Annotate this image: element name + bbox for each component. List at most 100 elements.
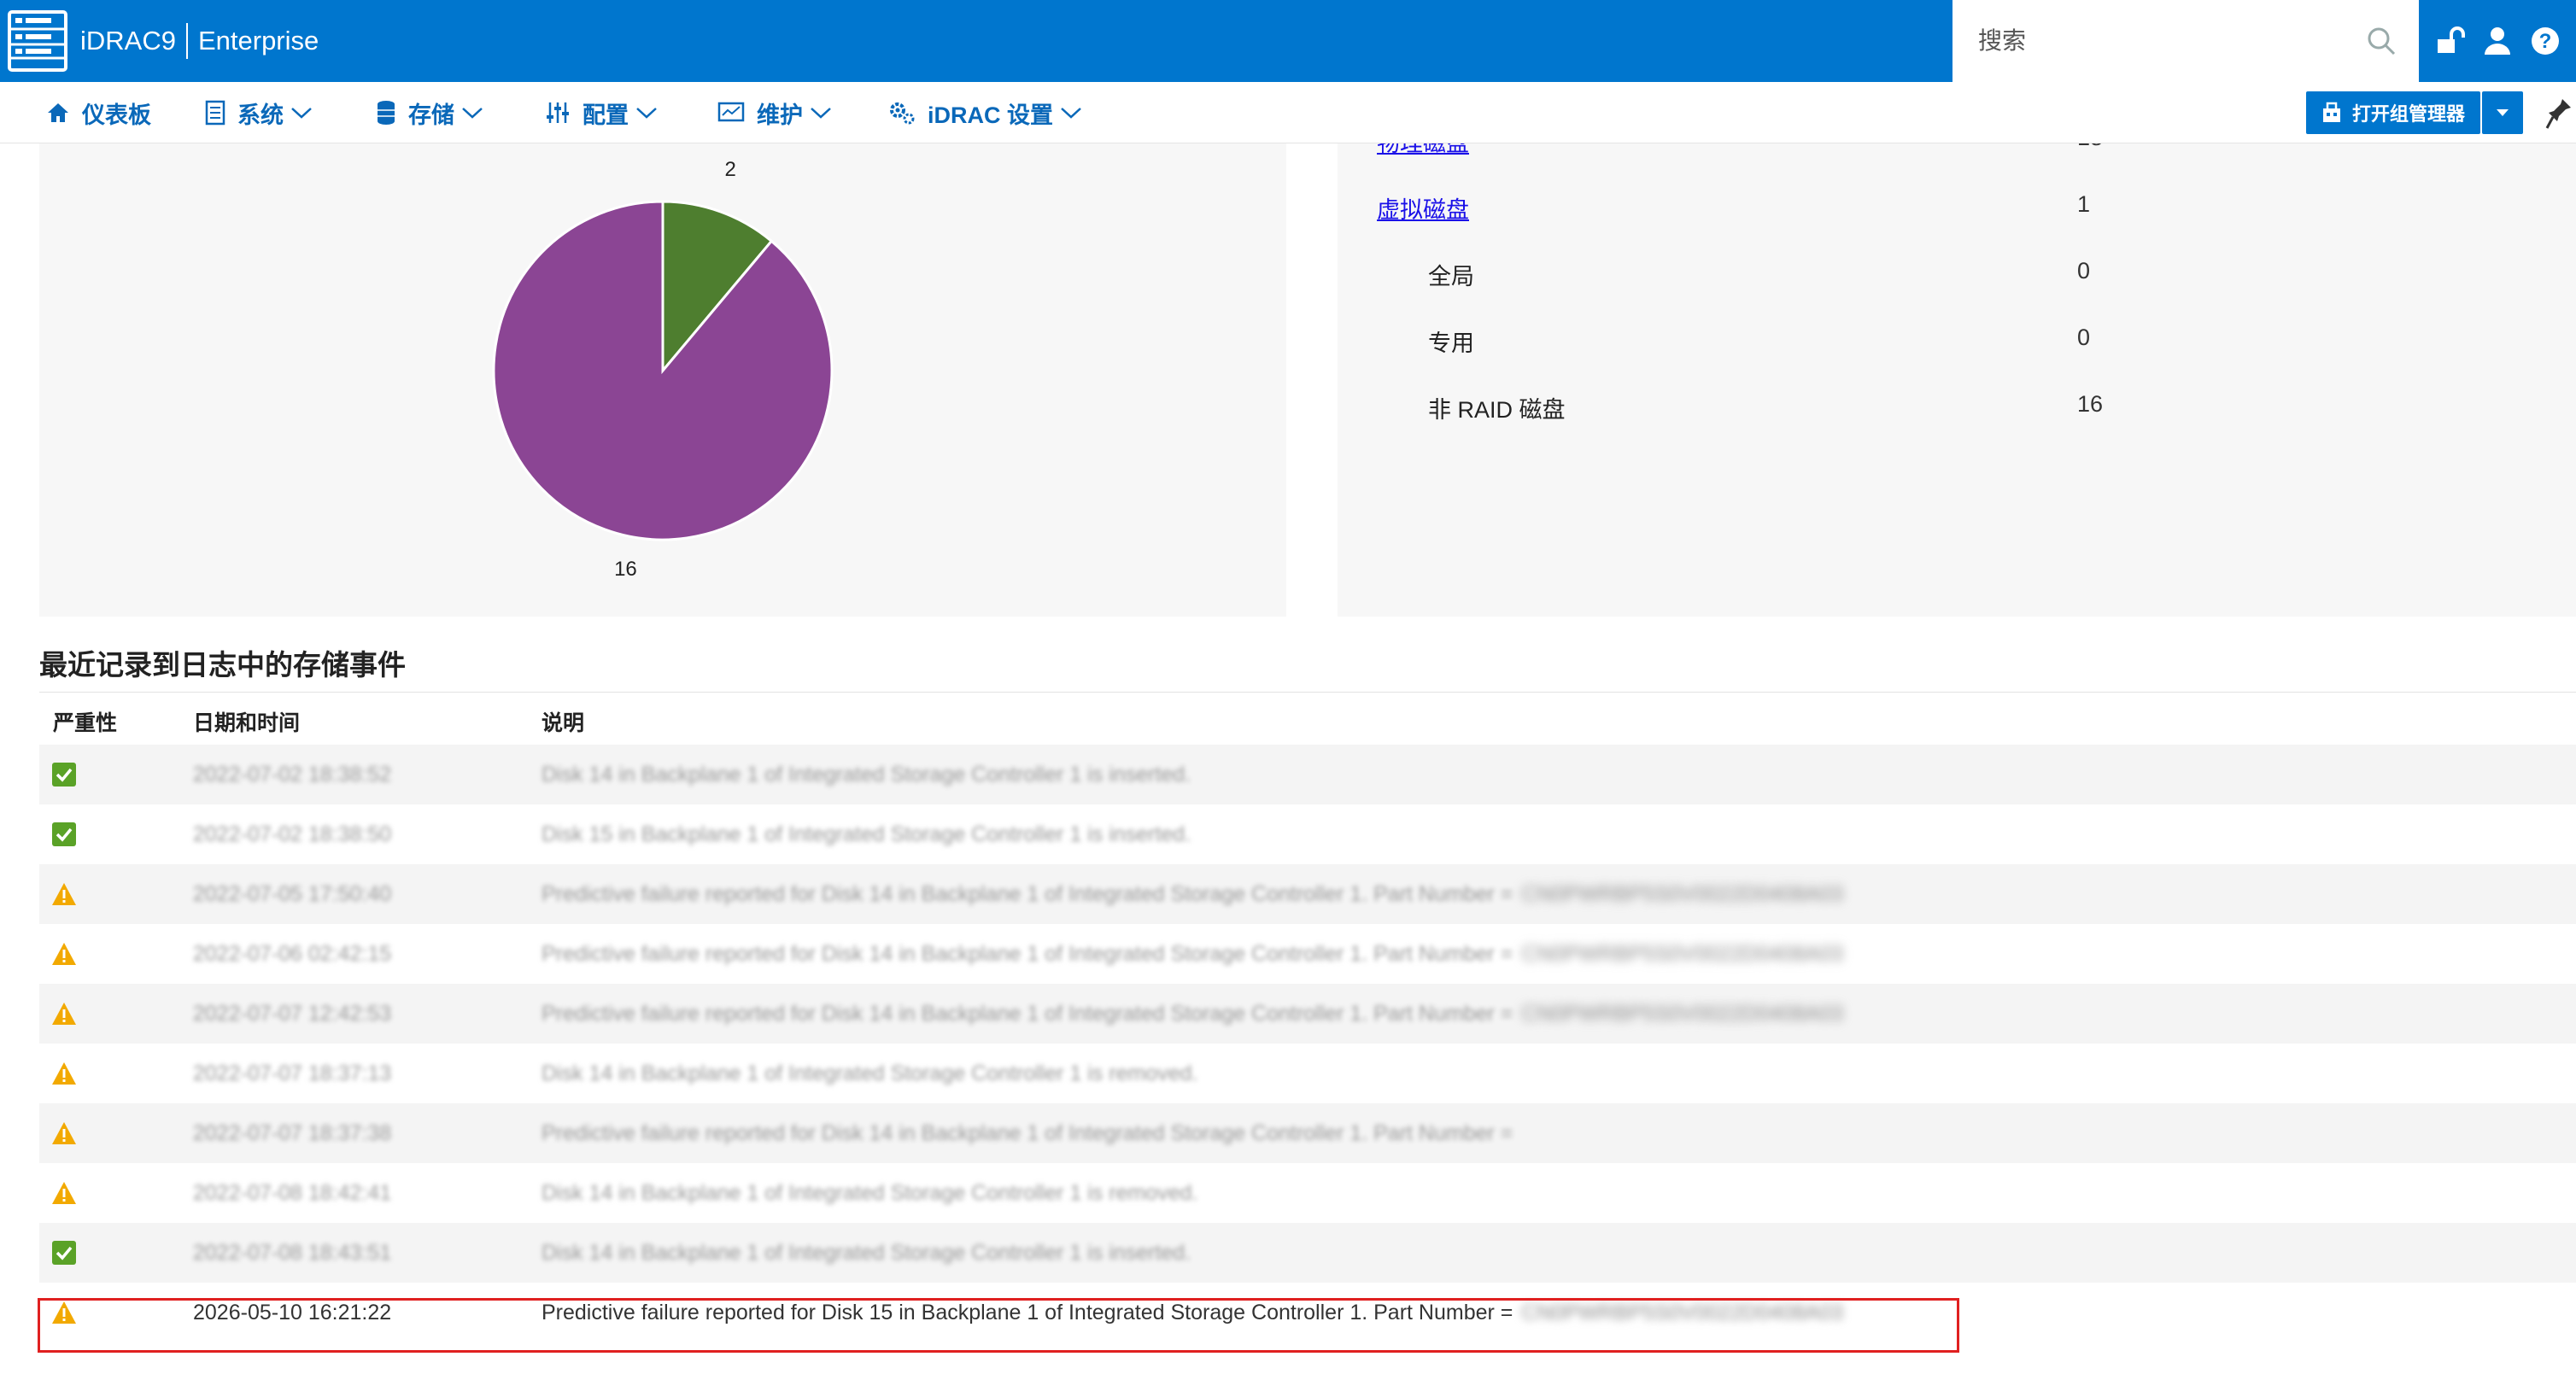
pie-slice-0[interactable] [492,200,834,541]
title-separator [185,23,188,59]
event-description: Predictive failure reported for Disk 14 … [542,1103,1513,1163]
physical-disk-count: 18 [2077,143,2103,151]
global-hotspare-count: 0 [2077,258,2091,284]
column-header-datetime[interactable]: 日期和时间 [193,699,300,745]
event-description: Disk 14 in Backplane 1 of Integrated Sto… [542,1044,1197,1103]
idrac-logo-icon [8,10,67,72]
nav-idrac-settings[interactable]: iDRAC 设置 [888,82,1082,143]
event-datetime: 2022-07-07 18:37:38 [193,1120,392,1145]
search-icon[interactable] [2366,26,2397,56]
event-description-text: Predictive failure reported for Disk 14 … [542,941,1513,966]
warning-icon [52,1182,76,1204]
event-description: Disk 14 in Backplane 1 of Integrated Sto… [542,745,1191,804]
event-description-text: Disk 14 in Backplane 1 of Integrated Sto… [542,1180,1198,1205]
open-group-manager-button[interactable]: 打开组管理器 [2306,91,2480,134]
table-row[interactable]: 2022-07-02 18:38:50 Disk 15 in Backplane … [39,804,2576,864]
table-row[interactable]: 2022-07-05 17:50:40 Predictive failure re… [39,864,2576,924]
event-datetime: 2022-07-08 18:43:51 [193,1240,392,1265]
check-icon [52,1241,76,1265]
physical-disk-link[interactable]: 物理磁盘 [1377,143,1469,158]
nav-storage[interactable]: 存储 [376,82,483,143]
event-description: Disk 14 in Backplane 1 of Integrated Sto… [542,1223,1191,1283]
event-description: Predictive failure reported for Disk 14 … [542,864,1843,924]
event-datetime: 2022-07-06 02:42:15 [193,941,392,966]
event-description: Disk 14 in Backplane 1 of Integrated Sto… [542,1163,1197,1223]
check-icon [52,763,76,786]
storage-summary-panel: 物理磁盘 18 虚拟磁盘 1 全局 0 专用 0 非 RAID 磁盘 16 [1338,143,2576,617]
nav-dashboard[interactable]: 仪表板 [46,82,151,143]
event-datetime: 2022-07-08 18:42:41 [193,1180,392,1205]
event-description-text: Predictive failure reported for Disk 14 … [542,881,1513,906]
storage-events-title: 最近记录到日志中的存储事件 [39,649,406,681]
table-row[interactable]: 2022-07-07 18:37:13 Disk 14 in Backplane … [39,1044,2576,1103]
event-description: Disk 15 in Backplane 1 of Integrated Sto… [542,804,1191,864]
table-row[interactable]: 2022-07-07 12:42:53 Predictive failure re… [39,984,2576,1044]
svg-text:?: ? [2539,30,2552,53]
nav-label: 仪表板 [82,102,151,128]
event-description-text: Predictive failure reported for Disk 14 … [542,1120,1513,1145]
help-icon[interactable]: ? [2528,24,2562,58]
nav-label: iDRAC 设置 [928,102,1053,128]
edition-name: Enterprise [197,26,319,56]
warning-icon [52,1003,76,1025]
table-row[interactable]: 2022-07-06 02:42:15 Predictive failure re… [39,924,2576,984]
event-description-text: Disk 14 in Backplane 1 of Integrated Sto… [542,1240,1191,1265]
monitor-icon [717,102,745,122]
search-input[interactable] [1978,15,2354,67]
table-row[interactable]: 2022-07-07 18:37:38 Predictive failure re… [39,1103,2576,1163]
highlight-box [38,1298,1959,1353]
home-icon [48,103,68,122]
nav-label: 配置 [583,102,629,128]
sliders-icon [547,102,569,123]
chevron-down-icon [811,108,831,119]
top-bar: iDRAC9 Enterprise ? [0,0,2576,82]
event-description: Predictive failure reported for Disk 14 … [542,984,1843,1044]
pin-icon[interactable] [2545,96,2574,130]
global-hotspare-label: 全局 [1428,264,1474,289]
table-row[interactable]: 2022-07-02 18:38:52 Disk 14 in Backplane … [39,745,2576,804]
event-datetime: 2022-07-07 18:37:13 [193,1061,392,1085]
event-datetime: 2022-07-05 17:50:40 [193,881,392,906]
event-description: Predictive failure reported for Disk 14 … [542,924,1843,984]
group-manager-dropdown[interactable] [2482,91,2523,134]
caret-down-icon [2497,109,2509,116]
chevron-down-icon [462,108,483,119]
database-icon [378,101,395,125]
nav-label: 维护 [757,102,803,128]
app-title: iDRAC9 Enterprise [80,20,319,61]
chevron-down-icon [1061,108,1081,119]
dedicated-hotspare-count: 0 [2077,325,2091,350]
pie-label-1: 2 [725,158,736,181]
event-description-text: Predictive failure reported for Disk 14 … [542,1001,1513,1026]
table-row[interactable]: 2022-07-08 18:43:51 Disk 14 in Backplane … [39,1223,2576,1283]
group-manager-icon [2323,102,2340,122]
warning-icon [52,1062,76,1085]
section-divider [39,692,2576,693]
nav-configuration[interactable]: 配置 [545,82,658,143]
event-description-text: Disk 14 in Backplane 1 of Integrated Sto… [542,762,1191,786]
disk-pie-panel: 2 16 [39,143,1286,617]
nav-maintenance[interactable]: 维护 [717,82,832,143]
chevron-down-icon [636,108,657,119]
virtual-disk-count: 1 [2077,191,2091,217]
part-number: CN0PWRBP5S0V0022D0408A03 [1521,1001,1844,1026]
part-number: CN0PWRBP5S0V0022D0408A03 [1521,941,1844,966]
warning-icon [52,1122,76,1144]
event-datetime: 2022-07-07 12:42:53 [193,1001,392,1026]
nav-system[interactable]: 系统 [205,82,313,143]
unlock-icon[interactable] [2433,24,2467,58]
chevron-down-icon [291,108,312,119]
non-raid-disk-label: 非 RAID 磁盘 [1428,397,1566,423]
warning-icon [52,943,76,965]
virtual-disk-link[interactable]: 虚拟磁盘 [1377,191,1469,225]
table-row[interactable]: 2022-07-08 18:42:41 Disk 14 in Backplane … [39,1163,2576,1223]
nav-label: 存储 [408,102,454,128]
search-box[interactable] [1952,0,2419,82]
event-description-text: Disk 15 in Backplane 1 of Integrated Sto… [542,822,1191,846]
dedicated-hotspare-label: 专用 [1428,330,1474,356]
event-datetime: 2022-07-02 18:38:52 [193,762,392,786]
column-header-severity[interactable]: 严重性 [53,699,117,745]
main-nav: 仪表板 系统 存储 配置 维护 iDRAC 设置 [0,82,2576,143]
column-header-description[interactable]: 说明 [542,699,584,745]
user-icon[interactable] [2480,24,2515,58]
